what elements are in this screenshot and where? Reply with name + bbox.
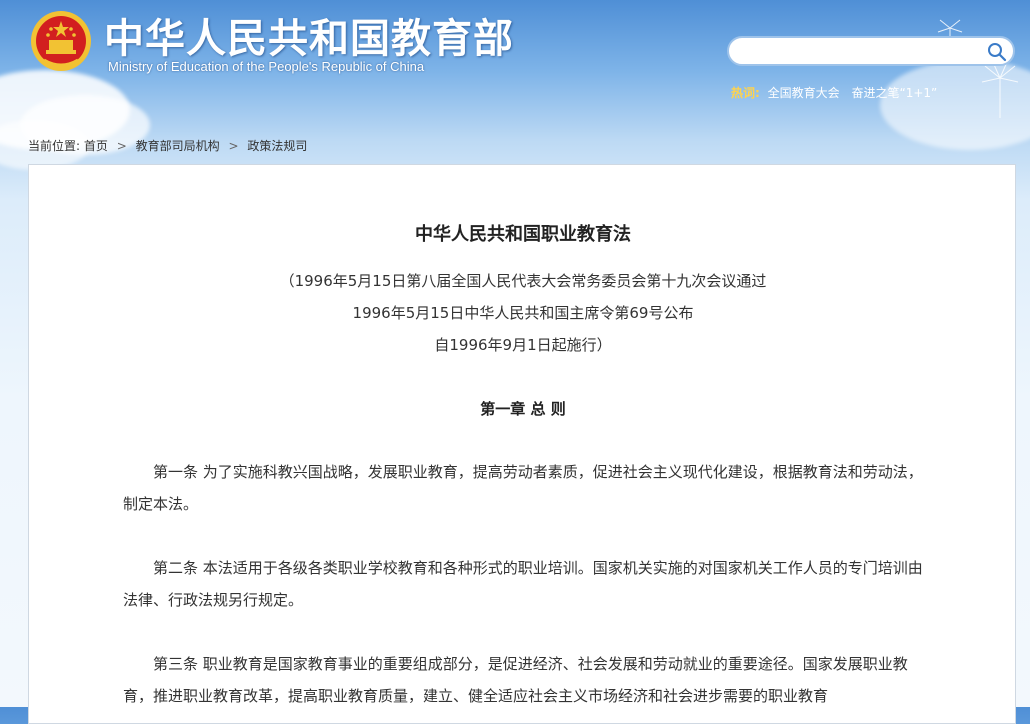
search-input[interactable] (739, 41, 983, 63)
document-meta-line: 1996年5月15日中华人民共和国主席令第69号公布 (352, 304, 694, 322)
hot-word-link[interactable]: 全国教育大会 (768, 86, 840, 100)
search-icon[interactable] (987, 42, 1007, 62)
article-paragraph: 第三条 职业教育是国家教育事业的重要组成部分，是促进经济、社会发展和劳动就业的重… (123, 655, 908, 705)
site-title[interactable]: 中华人民共和国教育部 (104, 6, 514, 64)
site-header: 中华人民共和国教育部 Ministry of Education of the … (0, 0, 1030, 130)
article-paragraph: 第一条 为了实施科教兴国战略，发展职业教育，提高劳动者素质，促进社会主义现代化建… (123, 463, 923, 513)
breadcrumb: 当前位置: 首页 > 教育部司局机构 > 政策法规司 (28, 137, 307, 154)
national-emblem-icon[interactable] (30, 10, 92, 72)
breadcrumb-current[interactable]: 政策法规司 (247, 139, 307, 153)
article-panel: 中华人民共和国职业教育法 （1996年5月15日第八届全国人民代表大会常务委员会… (28, 164, 1016, 724)
site-subtitle: Ministry of Education of the People's Re… (108, 59, 425, 74)
document-meta-line: 自1996年9月1日起施行） (434, 336, 612, 354)
article-paragraph: 第二条 本法适用于各级各类职业学校教育和各种形式的职业培训。国家机关实施的对国家… (123, 559, 923, 609)
hot-word-link[interactable]: 奋进之笔“1+1” (851, 86, 937, 100)
document-meta-line: （1996年5月15日第八届全国人民代表大会常务委员会第十九次会议通过 (279, 272, 767, 290)
breadcrumb-home[interactable]: 首页 (84, 139, 108, 153)
hot-words: 热词: 全国教育大会 奋进之笔“1+1” (731, 84, 941, 101)
breadcrumb-department[interactable]: 教育部司局机构 (136, 139, 220, 153)
document-title: 中华人民共和国职业教育法 (415, 224, 631, 245)
breadcrumb-prefix: 当前位置: (28, 139, 81, 153)
chevron-right-icon: > (228, 139, 239, 153)
chapter-heading: 第一章 总 则 (480, 400, 566, 418)
chevron-right-icon: > (116, 139, 127, 153)
hot-words-label: 热词: (731, 86, 760, 100)
search-box (727, 36, 1015, 66)
